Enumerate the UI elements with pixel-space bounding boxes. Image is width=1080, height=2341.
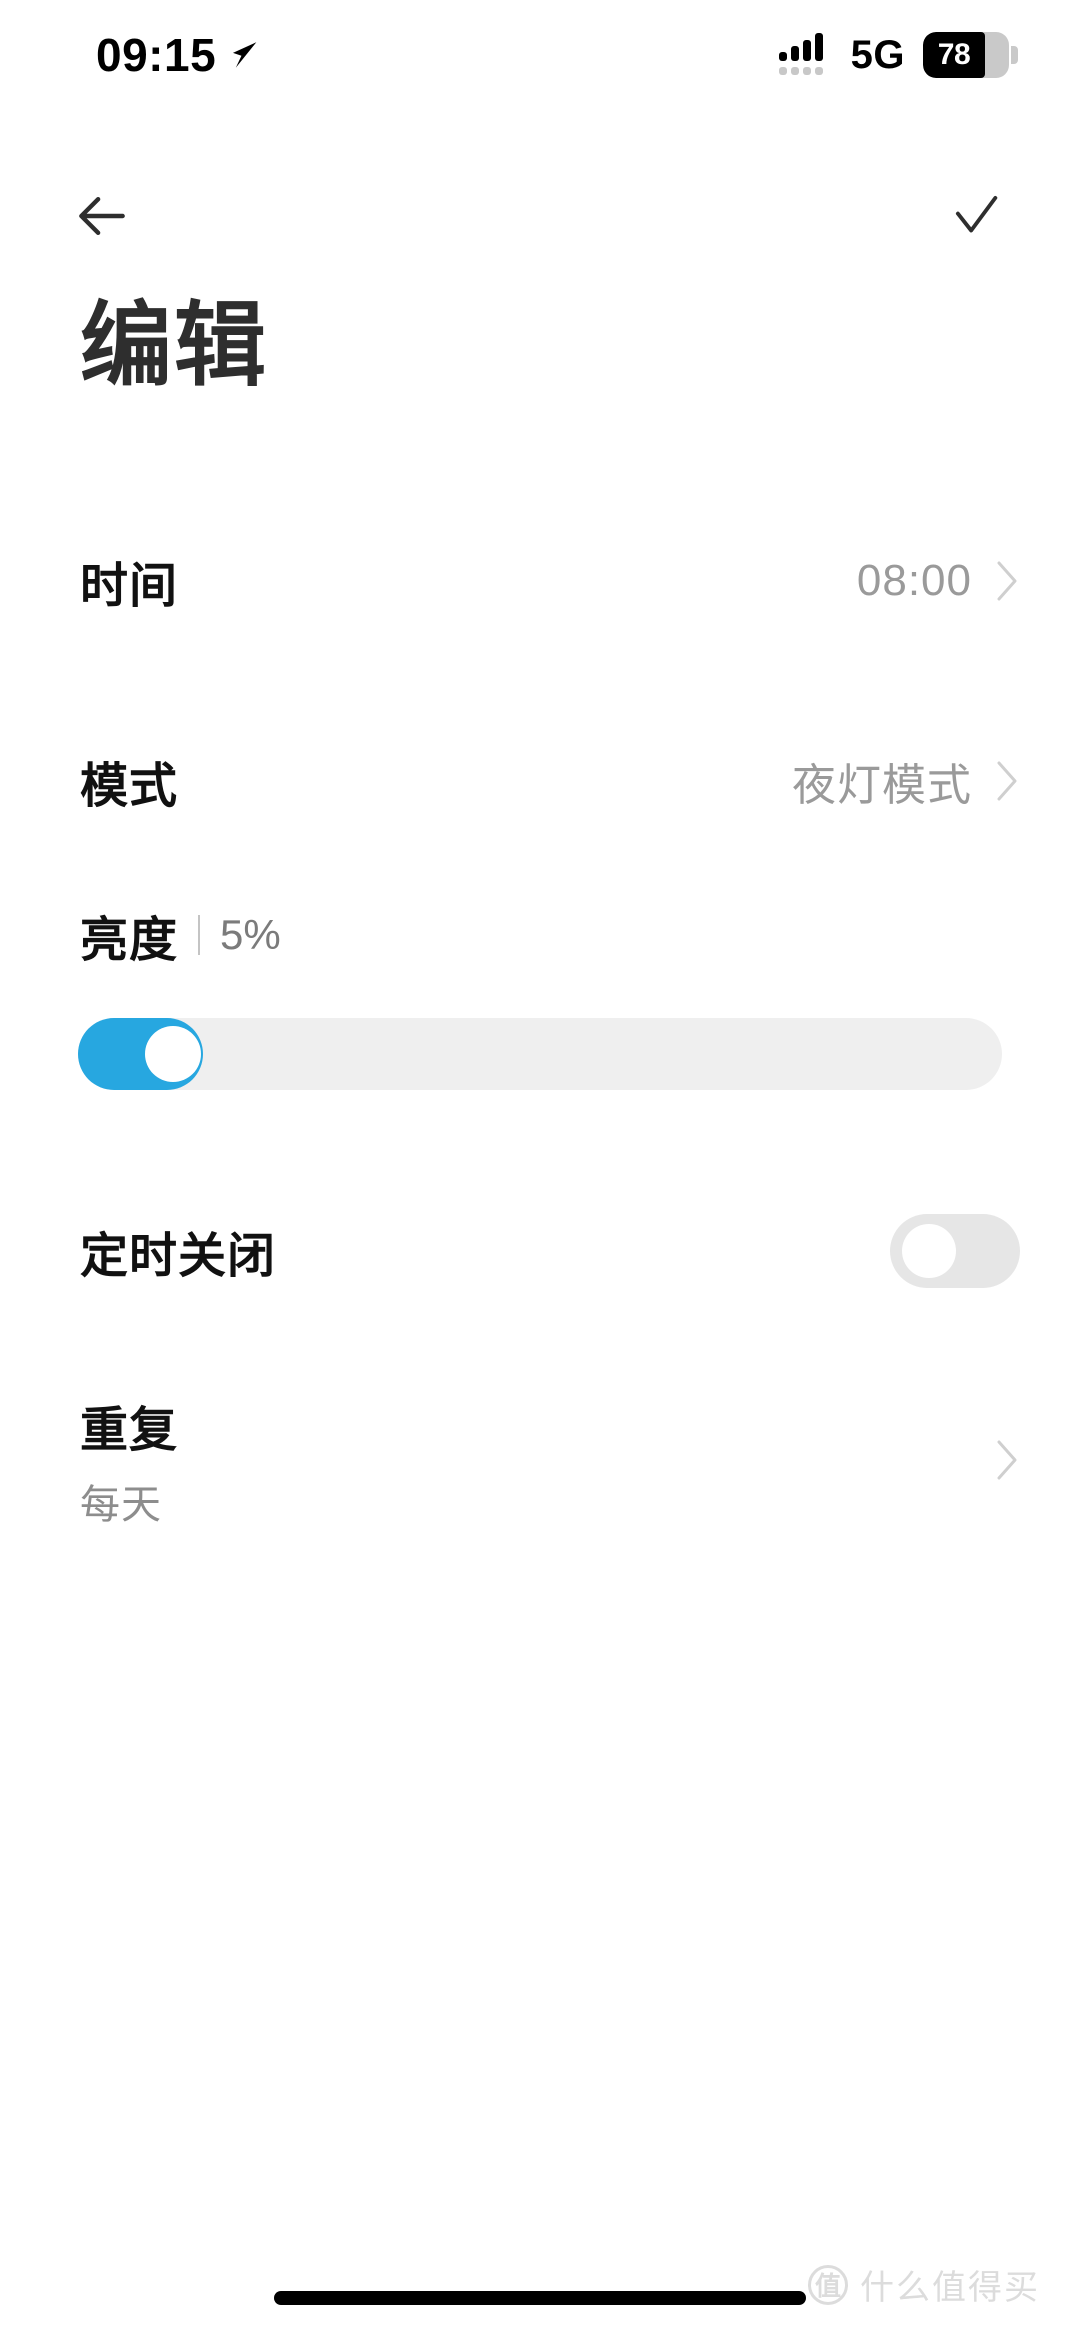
watermark-badge: 值	[808, 2264, 848, 2305]
back-button[interactable]	[64, 180, 140, 256]
setting-row-timer-off[interactable]: 定时关闭	[0, 1206, 1080, 1296]
mode-row-value: 夜灯模式	[792, 761, 972, 810]
navigation-bar	[0, 168, 1080, 268]
status-time: 09:15	[96, 29, 217, 81]
setting-row-repeat[interactable]: 重复 每天	[0, 1390, 1080, 1530]
brightness-divider	[198, 915, 201, 955]
status-bar: 09:15 5G 78	[0, 0, 1080, 110]
setting-row-mode[interactable]: 模式 夜灯模式	[0, 736, 1080, 826]
timer-off-label: 定时关闭	[80, 1230, 277, 1283]
brightness-label: 亮度	[80, 914, 179, 967]
status-bar-right: 5G 78	[778, 32, 1018, 78]
chevron-right-icon	[994, 1438, 1020, 1482]
network-type-label: 5G	[850, 32, 905, 77]
battery-percent-label: 78	[937, 38, 971, 71]
signal-bars-icon	[778, 33, 833, 75]
time-row-right: 08:00	[857, 556, 1020, 606]
page-title: 编辑	[80, 295, 269, 397]
time-row-label: 时间	[80, 560, 179, 613]
brightness-value: 5%	[220, 911, 281, 958]
timer-off-toggle[interactable]	[890, 1214, 1020, 1288]
repeat-row-sublabel: 每天	[80, 1483, 162, 1527]
arrow-left-icon	[71, 185, 133, 252]
mode-row-label: 模式	[80, 760, 179, 813]
confirm-button[interactable]	[938, 180, 1014, 256]
setting-row-time[interactable]: 时间 08:00	[0, 536, 1080, 626]
watermark-text: 什么值得买	[860, 2269, 1040, 2307]
mode-row-right: 夜灯模式	[792, 749, 1020, 813]
status-bar-left: 09:15	[96, 28, 262, 82]
chevron-right-icon	[994, 559, 1020, 603]
chevron-right-icon	[994, 759, 1020, 803]
watermark: 值 什么值得买	[808, 2260, 1040, 2309]
brightness-slider-thumb[interactable]	[145, 1026, 201, 1082]
home-indicator[interactable]	[274, 2291, 806, 2305]
time-row-value: 08:00	[856, 556, 972, 605]
repeat-row-label: 重复	[80, 1404, 179, 1457]
location-arrow-icon	[228, 38, 262, 72]
toggle-knob	[902, 1224, 956, 1278]
brightness-header: 亮度 5%	[80, 900, 281, 970]
battery-icon: 78	[923, 32, 1018, 78]
repeat-row-text: 重复 每天	[80, 1390, 178, 1530]
phone-screen: 09:15 5G 78 编辑 时间 08:00 模式 夜灯模式 亮度 5% 定时…	[0, 0, 1080, 2341]
check-icon	[947, 187, 1005, 250]
brightness-slider[interactable]	[78, 1018, 1002, 1090]
